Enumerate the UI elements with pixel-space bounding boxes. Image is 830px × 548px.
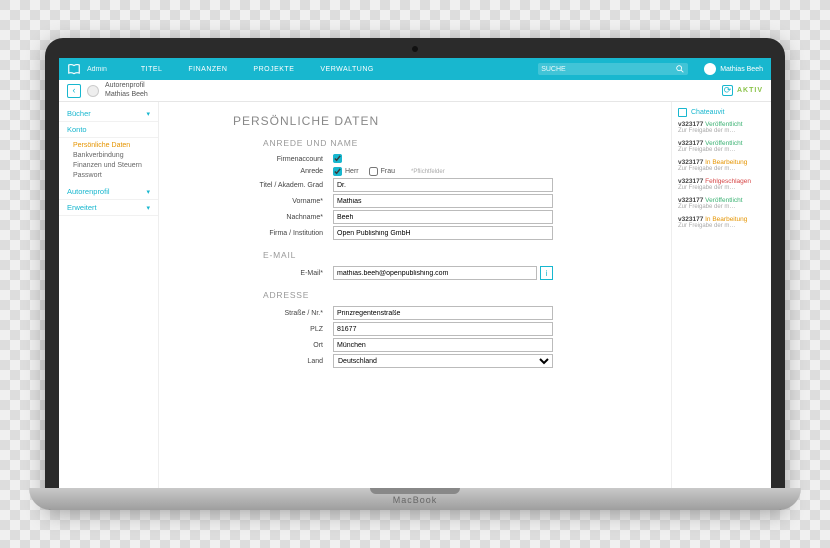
breadcrumb: Autorenprofil Mathias Beeh — [105, 82, 148, 99]
brand-label: Admin — [87, 66, 107, 73]
activity-item[interactable]: v323177 VeröffentlichtZur Freigabe der m… — [678, 121, 765, 134]
book-icon — [67, 62, 81, 76]
sidebar-label-konto: Konto — [67, 125, 87, 134]
activity-item[interactable]: v323177 FehlgeschlagenZur Freigabe der m… — [678, 178, 765, 191]
user-name: Mathias Beeh — [720, 66, 763, 73]
page-title: PERSÖNLICHE DATEN — [233, 114, 657, 128]
activity-item[interactable]: v323177 In BearbeitungZur Freigabe der m… — [678, 159, 765, 172]
camera-dot — [412, 46, 418, 52]
label-vorname: Vorname* — [173, 198, 333, 205]
nav-items: TITEL FINANZEN PROJEKTE VERWALTUNG — [141, 66, 374, 73]
input-email[interactable] — [333, 266, 537, 280]
nav-projekte[interactable]: PROJEKTE — [253, 66, 294, 73]
activity-panel: Chateauvit v323177 VeröffentlichtZur Fre… — [671, 102, 771, 488]
info-button[interactable]: i — [540, 266, 553, 280]
label-email: E-Mail* — [173, 270, 333, 277]
label-land: Land — [173, 358, 333, 365]
activity-header[interactable]: Chateauvit — [678, 108, 765, 117]
sidebar-label-buecher: Bücher — [67, 109, 91, 118]
breadcrumb-bar: ‹ Autorenprofil Mathias Beeh ⟳ AKTIV — [59, 80, 771, 102]
input-titel[interactable] — [333, 178, 553, 192]
input-firma[interactable] — [333, 226, 553, 240]
input-strasse[interactable] — [333, 306, 553, 320]
section-adresse: ADRESSE — [263, 290, 657, 300]
activity-item[interactable]: v323177 In BearbeitungZur Freigabe der m… — [678, 216, 765, 229]
breadcrumb-line1: Autorenprofil — [105, 82, 148, 90]
label-firmenaccount: Firmenaccount — [173, 156, 333, 163]
checkbox-frau[interactable] — [369, 167, 378, 176]
search-icon — [675, 64, 685, 74]
label-strasse: Straße / Nr.* — [173, 310, 333, 317]
chevron-down-icon: ▾ — [146, 188, 150, 196]
label-frau: Frau — [381, 168, 395, 175]
label-firma: Firma / Institution — [173, 230, 333, 237]
sidebar-items-konto: Persönliche Daten Bankverbindung Finanze… — [59, 138, 158, 184]
user-menu[interactable]: Mathias Beeh — [704, 63, 763, 75]
square-icon — [678, 108, 687, 117]
activity-item[interactable]: v323177 VeröffentlichtZur Freigabe der m… — [678, 197, 765, 210]
label-herr: Herr — [345, 168, 359, 175]
input-nachname[interactable] — [333, 210, 553, 224]
activity-title: Chateauvit — [691, 109, 724, 116]
sidebar-item-finanzen-steuern[interactable]: Finanzen und Steuern — [73, 160, 158, 170]
nav-verwaltung[interactable]: VERWALTUNG — [320, 66, 374, 73]
input-ort[interactable] — [333, 338, 553, 352]
sidebar-item-bankverbindung[interactable]: Bankverbindung — [73, 150, 158, 160]
required-hint: *Pflichtfelder — [411, 169, 445, 175]
screen: Admin TITEL FINANZEN PROJEKTE VERWALTUNG… — [59, 58, 771, 488]
back-button[interactable]: ‹ — [67, 84, 81, 98]
sidebar-item-passwort[interactable]: Passwort — [73, 170, 158, 180]
chevron-down-icon: ▾ — [146, 204, 150, 212]
laptop-frame: Admin TITEL FINANZEN PROJEKTE VERWALTUNG… — [45, 38, 785, 510]
sidebar-section-autorenprofil[interactable]: Autorenprofil ▾ — [59, 184, 158, 200]
avatar — [704, 63, 716, 75]
section-email: E-MAIL — [263, 250, 657, 260]
top-nav: Admin TITEL FINANZEN PROJEKTE VERWALTUNG… — [59, 58, 771, 80]
label-titel: Titel / Akadem. Grad — [173, 182, 333, 189]
breadcrumb-line2: Mathias Beeh — [105, 91, 148, 99]
label-plz: PLZ — [173, 326, 333, 333]
sidebar-label-erweitert: Erweitert — [67, 203, 97, 212]
status-badge: AKTIV — [737, 87, 763, 94]
sidebar-item-persoenliche-daten[interactable]: Persönliche Daten — [73, 140, 158, 150]
label-anrede: Anrede — [173, 168, 333, 175]
chevron-down-icon: ▾ — [146, 110, 150, 118]
checkbox-firmenaccount[interactable] — [333, 154, 342, 163]
search-box[interactable] — [538, 63, 688, 75]
profile-avatar-icon — [87, 85, 99, 97]
label-ort: Ort — [173, 342, 333, 349]
select-land[interactable]: Deutschland — [333, 354, 553, 368]
input-plz[interactable] — [333, 322, 553, 336]
checkbox-herr[interactable] — [333, 167, 342, 176]
nav-titel[interactable]: TITEL — [141, 66, 163, 73]
laptop-base: MacBook — [29, 488, 801, 510]
sidebar-section-erweitert[interactable]: Erweitert ▾ — [59, 200, 158, 216]
sidebar-section-buecher[interactable]: Bücher ▾ — [59, 106, 158, 122]
sidebar-label-autorenprofil: Autorenprofil — [67, 187, 110, 196]
sidebar: Bücher ▾ Konto Persönliche Daten Bankver… — [59, 102, 159, 488]
input-vorname[interactable] — [333, 194, 553, 208]
sidebar-section-konto[interactable]: Konto — [59, 122, 158, 138]
label-nachname: Nachname* — [173, 214, 333, 221]
activity-item[interactable]: v323177 VeröffentlichtZur Freigabe der m… — [678, 140, 765, 153]
search-input[interactable] — [541, 66, 675, 73]
main-content: PERSÖNLICHE DATEN ANREDE UND NAME Firmen… — [159, 102, 671, 488]
section-anrede: ANREDE UND NAME — [263, 138, 657, 148]
status-icon[interactable]: ⟳ — [722, 85, 733, 96]
nav-finanzen[interactable]: FINANZEN — [188, 66, 227, 73]
